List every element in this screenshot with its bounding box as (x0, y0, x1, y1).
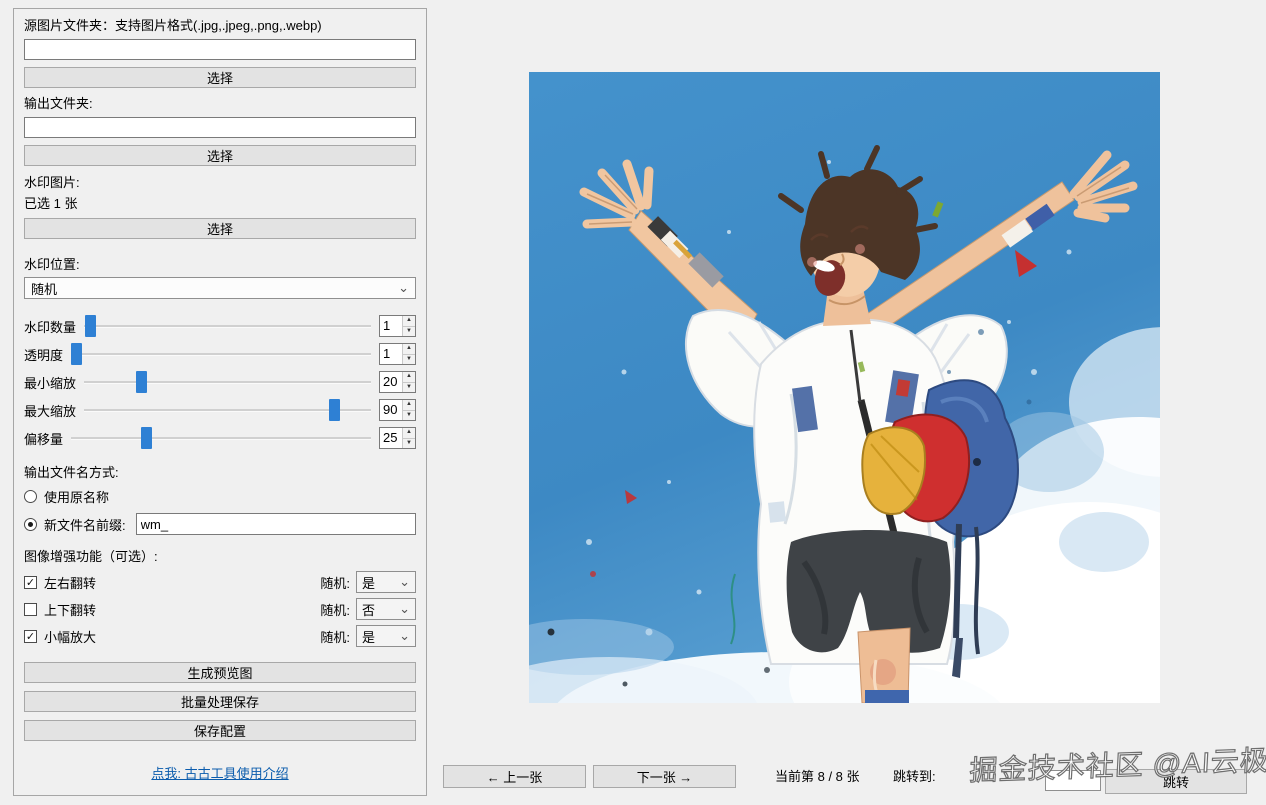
spin-down-button[interactable]: ▼ (402, 382, 415, 392)
flip-vertical-random-select[interactable]: 否 ⌄ (356, 598, 416, 620)
output-folder-input[interactable] (24, 117, 416, 138)
min-scale-slider[interactable] (84, 371, 371, 393)
slider-label: 最小缩放 (24, 375, 77, 391)
watermark-count-spinbox[interactable]: 1 ▲ ▼ (379, 315, 416, 337)
chevron-down-icon: ⌄ (399, 601, 410, 616)
slider-thumb[interactable] (71, 343, 83, 365)
spin-up-button[interactable]: ▲ (402, 428, 415, 439)
spin-down-button[interactable]: ▼ (402, 438, 415, 448)
source-folder-input[interactable] (24, 39, 416, 60)
checkbox-label: 上下翻转 (44, 602, 97, 618)
flip-horizontal-random-select[interactable]: 是 ⌄ (356, 571, 416, 593)
random-label: 随机: (320, 629, 350, 645)
watermark-position-select[interactable]: 随机 ⌄ (24, 277, 416, 299)
offset-spinbox[interactable]: 25 ▲ ▼ (379, 427, 416, 449)
spin-down-button[interactable]: ▼ (402, 354, 415, 364)
watermark-choose-button[interactable]: 选择 (24, 218, 416, 239)
offset-slider[interactable] (71, 427, 371, 449)
spinbox-value: 25 (383, 430, 398, 445)
chevron-down-icon: ⌄ (398, 280, 409, 295)
preview-image (529, 72, 1160, 703)
radio-original-name[interactable] (24, 489, 37, 503)
spinbox-value: 20 (383, 374, 398, 389)
image-counter: 当前第 8 / 8 张 (775, 769, 860, 784)
random-value: 否 (362, 602, 376, 618)
watermark-position-label: 水印位置: (24, 257, 80, 272)
slider-label: 偏移量 (24, 431, 64, 447)
jump-button[interactable]: 跳转 (1105, 769, 1247, 794)
enhance-title: 图像增强功能（可选）: (24, 549, 158, 564)
watermark-position-value: 随机 (31, 281, 58, 297)
radio-row-original-name[interactable]: 使用原名称 (24, 487, 416, 505)
slider-thumb[interactable] (84, 315, 96, 337)
opacity-slider[interactable] (71, 343, 371, 365)
random-label: 随机: (320, 602, 350, 618)
slider-thumb[interactable] (136, 371, 148, 393)
enhance-row-flip-vertical: 上下翻转 随机: 否 ⌄ (24, 598, 416, 620)
watermark-selected-count: 已选 1 张 (24, 196, 78, 211)
spin-down-button[interactable]: ▼ (402, 326, 415, 336)
slider-label: 水印数量 (24, 319, 77, 335)
help-link[interactable]: 点我: 古古工具使用介绍 (24, 763, 416, 782)
spin-up-button[interactable]: ▲ (402, 344, 415, 355)
radio-label: 新文件名前缀: (44, 517, 126, 533)
random-label: 随机: (320, 575, 350, 591)
random-value: 是 (362, 575, 376, 591)
next-image-button[interactable]: 下一张 → (593, 765, 736, 788)
slider-row-offset: 偏移量 25 ▲ ▼ (24, 427, 416, 449)
action-buttons: 生成预览图 批量处理保存 保存配置 (24, 662, 416, 741)
random-value: 是 (362, 629, 376, 645)
spin-up-button[interactable]: ▲ (402, 400, 415, 411)
slider-row-watermark-count: 水印数量 1 ▲ ▼ (24, 315, 416, 337)
slider-thumb[interactable] (328, 399, 340, 421)
source-choose-button[interactable]: 选择 (24, 67, 416, 88)
watermark-count-slider[interactable] (84, 315, 371, 337)
chevron-down-icon: ⌄ (399, 628, 410, 643)
checkbox-flip-horizontal[interactable]: ✓ (24, 575, 37, 589)
spinbox-value: 1 (383, 318, 391, 333)
checkbox-slight-zoom[interactable]: ✓ (24, 629, 37, 643)
jump-to-label: 跳转到: (893, 769, 936, 784)
filename-mode-title: 输出文件名方式: (24, 465, 119, 480)
max-scale-slider[interactable] (84, 399, 371, 421)
settings-panel: 源图片文件夹：支持图片格式(.jpg,.jpeg,.png,.webp) 选择 … (13, 8, 427, 796)
output-folder-label: 输出文件夹: (24, 96, 93, 111)
output-choose-button[interactable]: 选择 (24, 145, 416, 166)
slider-row-max-scale: 最大缩放 90 ▲ ▼ (24, 399, 416, 421)
watermark-image-label: 水印图片: (24, 175, 80, 190)
prev-image-button[interactable]: ← 上一张 (443, 765, 586, 788)
spin-up-button[interactable]: ▲ (402, 316, 415, 327)
watercolor-illustration (529, 72, 1160, 703)
slider-label: 透明度 (24, 347, 64, 363)
spinbox-value: 1 (383, 346, 391, 361)
generate-preview-button[interactable]: 生成预览图 (24, 662, 416, 683)
checkbox-label: 左右翻转 (44, 575, 97, 591)
save-config-button[interactable]: 保存配置 (24, 720, 416, 741)
batch-process-button[interactable]: 批量处理保存 (24, 691, 416, 712)
source-folder-label: 源图片文件夹：支持图片格式(.jpg,.jpeg,.png,.webp) (24, 18, 322, 33)
slider-row-opacity: 透明度 1 ▲ ▼ (24, 343, 416, 365)
enhance-row-slight-zoom: ✓ 小幅放大 随机: 是 ⌄ (24, 625, 416, 647)
radio-new-prefix[interactable] (24, 517, 37, 531)
enhance-row-flip-horizontal: ✓ 左右翻转 随机: 是 ⌄ (24, 571, 416, 593)
chevron-down-icon: ⌄ (399, 574, 410, 589)
checkbox-label: 小幅放大 (44, 629, 97, 645)
slight-zoom-random-select[interactable]: 是 ⌄ (356, 625, 416, 647)
jump-to-input[interactable] (1045, 770, 1101, 791)
prefix-input[interactable] (135, 513, 416, 535)
slider-row-min-scale: 最小缩放 20 ▲ ▼ (24, 371, 416, 393)
spin-up-button[interactable]: ▲ (402, 372, 415, 383)
checkbox-flip-vertical[interactable] (24, 602, 37, 616)
radio-label: 使用原名称 (44, 489, 110, 505)
spinbox-value: 90 (383, 402, 398, 417)
opacity-spinbox[interactable]: 1 ▲ ▼ (379, 343, 416, 365)
slider-thumb[interactable] (141, 427, 152, 449)
slider-label: 最大缩放 (24, 403, 77, 419)
max-scale-spinbox[interactable]: 90 ▲ ▼ (379, 399, 416, 421)
spin-down-button[interactable]: ▼ (402, 410, 415, 420)
min-scale-spinbox[interactable]: 20 ▲ ▼ (379, 371, 416, 393)
radio-row-new-prefix[interactable]: 新文件名前缀: (24, 513, 416, 535)
